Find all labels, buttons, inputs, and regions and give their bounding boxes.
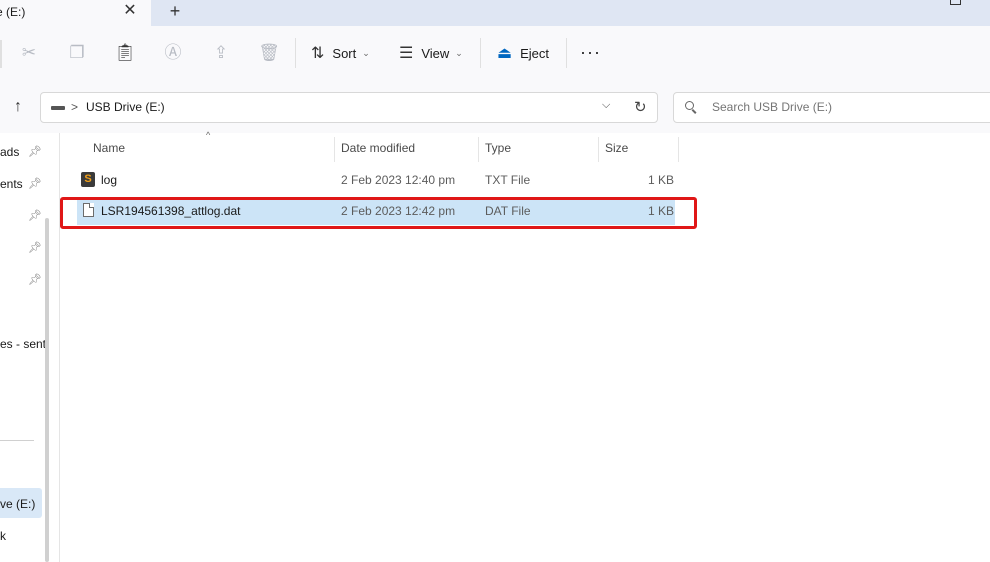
close-tab-icon[interactable]: ✕: [121, 2, 139, 20]
sort-button[interactable]: ⇅ Sort ⌄: [311, 40, 370, 66]
nav-item-downloads[interactable]: ads: [0, 145, 19, 159]
nav-item-folder[interactable]: es - sent: [0, 337, 46, 351]
search-input[interactable]: [712, 100, 972, 114]
view-button[interactable]: ☰ View ⌄: [399, 40, 463, 66]
nav-item-network[interactable]: k: [0, 529, 6, 543]
toolbar-divider: [0, 40, 2, 68]
toolbar-divider: [566, 38, 567, 68]
pin-icon: 📌︎: [28, 210, 42, 222]
pin-icon: 📌︎: [28, 178, 42, 190]
minimize-icon[interactable]: [904, 0, 922, 2]
address-dropdown-icon[interactable]: ⌵: [602, 99, 610, 112]
up-arrow-icon[interactable]: ↑: [9, 97, 27, 117]
sort-label: Sort: [332, 45, 357, 61]
eject-icon: ⏏: [497, 45, 513, 62]
pin-icon: 📌︎: [28, 146, 42, 158]
breadcrumb-chevron-icon[interactable]: >: [71, 100, 78, 114]
nav-scrollbar[interactable]: [45, 218, 49, 562]
sort-icon: ⇅: [311, 45, 325, 62]
view-icon: ☰: [399, 45, 414, 62]
breadcrumb-usb-drive[interactable]: USB Drive (E:): [86, 100, 165, 114]
pin-icon: 📌︎: [28, 242, 42, 254]
chevron-down-icon: ⌄: [455, 47, 463, 58]
file-type: TXT File: [485, 173, 531, 187]
more-options-button[interactable]: ···: [580, 41, 601, 63]
refresh-icon[interactable]: ↻: [634, 98, 647, 116]
nav-item-usb-label: ve (E:): [0, 497, 36, 511]
rename-icon[interactable]: Ⓐ: [162, 42, 184, 64]
delete-icon[interactable]: 🗑︎: [258, 42, 280, 64]
column-header-date[interactable]: Date modified: [341, 141, 415, 155]
eject-label: Eject: [520, 45, 550, 61]
paste-icon[interactable]: 📋︎: [114, 42, 136, 64]
column-separator[interactable]: [478, 137, 479, 162]
file-size: 1 KB: [648, 173, 675, 187]
tab-title: e (E:): [0, 5, 26, 19]
highlight-annotation: [60, 197, 697, 229]
file-name: log: [101, 173, 118, 187]
eject-button[interactable]: ⏏ Eject: [497, 40, 549, 66]
column-header-type[interactable]: Type: [485, 141, 511, 155]
share-icon[interactable]: ⇪: [210, 42, 232, 64]
command-bar: [0, 26, 990, 82]
copy-icon[interactable]: ❐: [66, 42, 88, 64]
maximize-icon[interactable]: [950, 0, 961, 5]
toolbar-divider: [480, 38, 481, 68]
nav-item-documents[interactable]: ents: [0, 177, 23, 191]
column-separator[interactable]: [334, 137, 335, 162]
sublime-text-icon: S: [81, 172, 95, 187]
sort-ascending-icon: ^: [206, 130, 211, 140]
view-label: View: [421, 45, 450, 61]
column-separator[interactable]: [598, 137, 599, 162]
column-separator[interactable]: [678, 137, 679, 162]
file-date: 2 Feb 2023 12:40 pm: [341, 173, 456, 187]
pin-icon: 📌︎: [28, 274, 42, 286]
column-header-name[interactable]: Name: [93, 141, 125, 155]
search-icon: [685, 101, 694, 110]
toolbar-divider: [295, 38, 296, 68]
column-header-size[interactable]: Size: [605, 141, 628, 155]
nav-divider: [0, 440, 34, 441]
new-tab-button[interactable]: +: [166, 2, 184, 20]
drive-icon: [51, 106, 65, 110]
chevron-down-icon: ⌄: [362, 47, 370, 58]
cut-icon[interactable]: ✂: [18, 42, 40, 64]
